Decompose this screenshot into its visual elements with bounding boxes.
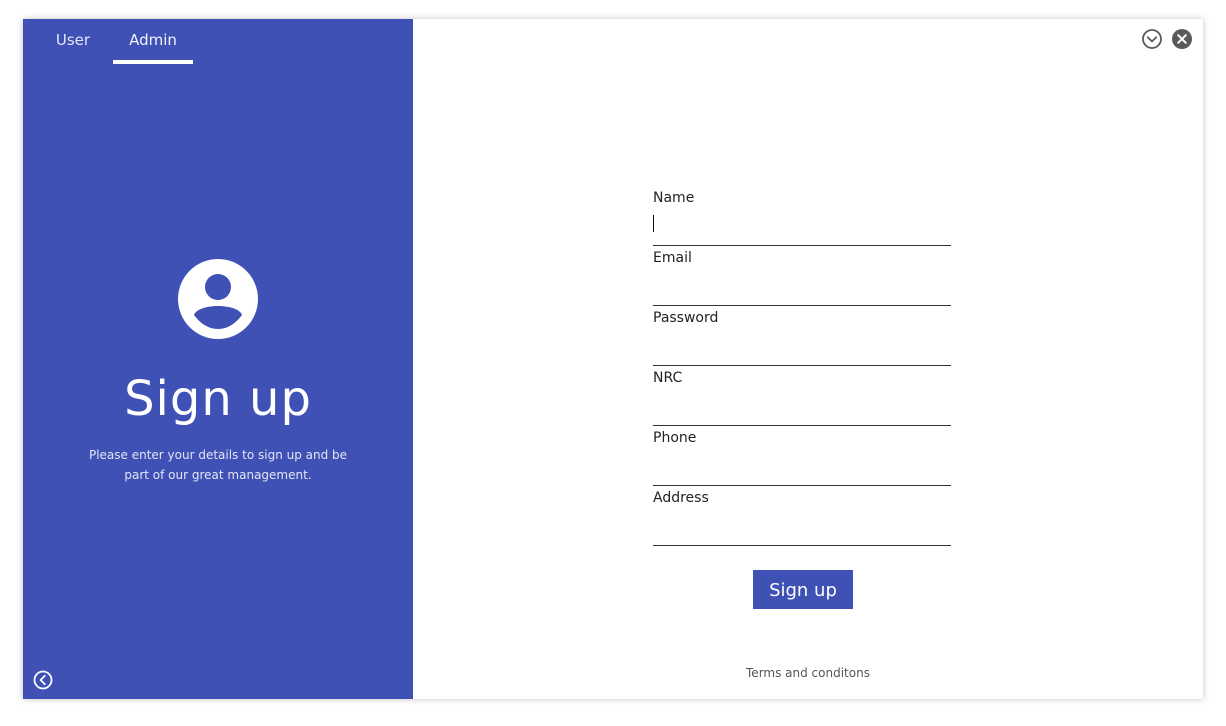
account-circle-icon: [178, 259, 258, 339]
phone-input[interactable]: [653, 453, 951, 486]
page-title: Sign up: [124, 371, 312, 427]
chevron-down-circle-icon[interactable]: [1141, 28, 1163, 50]
phone-field: Phone: [653, 427, 953, 487]
address-field: Address: [653, 487, 953, 547]
phone-label: Phone: [653, 430, 697, 446]
signup-form: Name Email Password NRC Phone Address: [653, 187, 953, 547]
right-panel: Name Email Password NRC Phone Address Si…: [413, 19, 1203, 699]
nrc-label: NRC: [653, 370, 683, 386]
close-circle-icon[interactable]: [1171, 28, 1193, 50]
address-input[interactable]: [653, 513, 951, 546]
left-panel: User Admin Sign up Please enter your det…: [23, 19, 413, 699]
address-label: Address: [653, 490, 709, 506]
email-label: Email: [653, 250, 692, 266]
chevron-left-circle-icon[interactable]: [32, 669, 54, 691]
active-tab-indicator: [113, 60, 193, 64]
email-field: Email: [653, 247, 953, 307]
tab-user[interactable]: User: [33, 19, 113, 63]
signup-window: User Admin Sign up Please enter your det…: [23, 19, 1203, 699]
name-label: Name: [653, 190, 695, 206]
name-field: Name: [653, 187, 953, 247]
password-input[interactable]: [653, 333, 951, 366]
role-tabs: User Admin: [23, 19, 413, 65]
text-caret: [653, 215, 654, 232]
page-subtitle: Please enter your details to sign up and…: [88, 448, 348, 482]
nrc-field: NRC: [653, 367, 953, 427]
password-field: Password: [653, 307, 953, 367]
password-label: Password: [653, 310, 719, 326]
nrc-input[interactable]: [653, 393, 951, 426]
tab-admin[interactable]: Admin: [113, 19, 193, 63]
terms-link[interactable]: Terms and conditons: [713, 666, 903, 680]
signup-button[interactable]: Sign up: [753, 570, 853, 609]
name-input[interactable]: [653, 213, 951, 246]
email-input[interactable]: [653, 273, 951, 306]
